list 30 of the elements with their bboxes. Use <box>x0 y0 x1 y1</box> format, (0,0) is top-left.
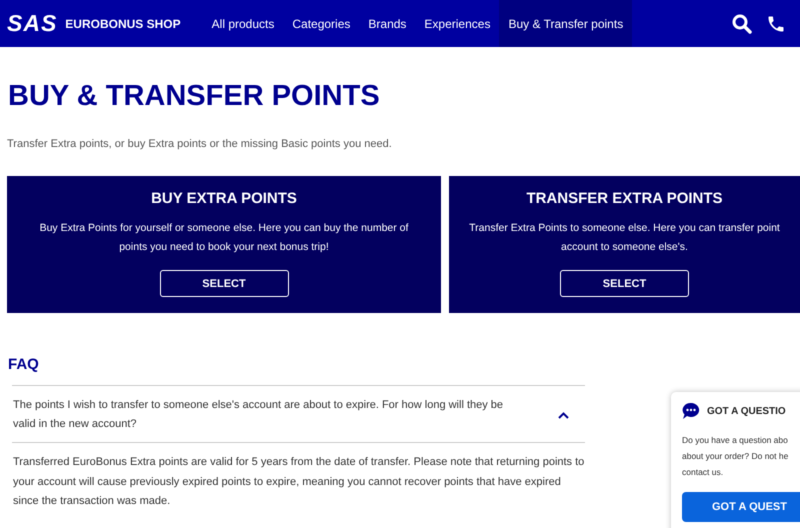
widget-text: Do you have a question abo <box>682 434 789 447</box>
select-button[interactable]: SELECT <box>160 270 288 297</box>
widget-text: contact us. <box>682 466 724 479</box>
card-description: Transfer Extra Points to someone else. Here you can transfer point <box>469 221 780 236</box>
page-title: BUY & TRANSFER POINTS <box>8 80 381 113</box>
nav-tab[interactable]: Experiences <box>415 0 500 47</box>
nav-tab[interactable]: All products <box>202 0 284 47</box>
card-title: TRANSFER EXTRA POINTS <box>526 190 723 207</box>
faq-question[interactable]: The points I wish to transfer to someone else's account are about to expire. For how long will they be valid in the new account? <box>12 386 585 443</box>
intro-text: Transfer Extra points, or buy Extra points or the missing Basic points you need. <box>7 138 393 150</box>
question-text: The points I wish to transfer to someone else's account are about to expire. For how long will they be valid in the new account? <box>13 398 504 432</box>
shop-name[interactable]: EUROBONUS SHOP <box>65 16 181 30</box>
nav-tab[interactable]: Buy & Transfer points <box>499 0 632 47</box>
card-description: points you need to book your next bonus trip! <box>119 240 329 255</box>
nav-tab[interactable]: Brands <box>359 0 416 47</box>
question-button[interactable]: GOT A QUEST <box>682 492 800 522</box>
widget-text: about your order? Do not he <box>682 450 790 463</box>
chevron-icon[interactable] <box>558 412 569 418</box>
search-icon[interactable] <box>732 14 752 34</box>
chat-bubble-icon <box>682 402 700 420</box>
widget-title: GOT A QUESTIO <box>707 406 786 416</box>
faq-heading: FAQ <box>8 356 40 373</box>
card-title: BUY EXTRA POINTS <box>151 190 297 207</box>
select-button[interactable]: SELECT <box>560 270 689 297</box>
faq-answer: Transferred EuroBonus Extra points are valid for 5 years from the date of transfer. Please note that returning points to your account will cause previously expired points to expire, meaning you cannot recover points that have expired since the transaction was made. <box>12 455 585 509</box>
card-description: Buy Extra Points for yourself or someone else. Here you can buy the number of <box>40 221 408 236</box>
card-description: account to someone else's. <box>561 240 688 255</box>
nav-tab[interactable]: Categories <box>283 0 360 47</box>
logo[interactable]: SAS <box>7 10 58 37</box>
phone-icon[interactable] <box>766 14 786 34</box>
